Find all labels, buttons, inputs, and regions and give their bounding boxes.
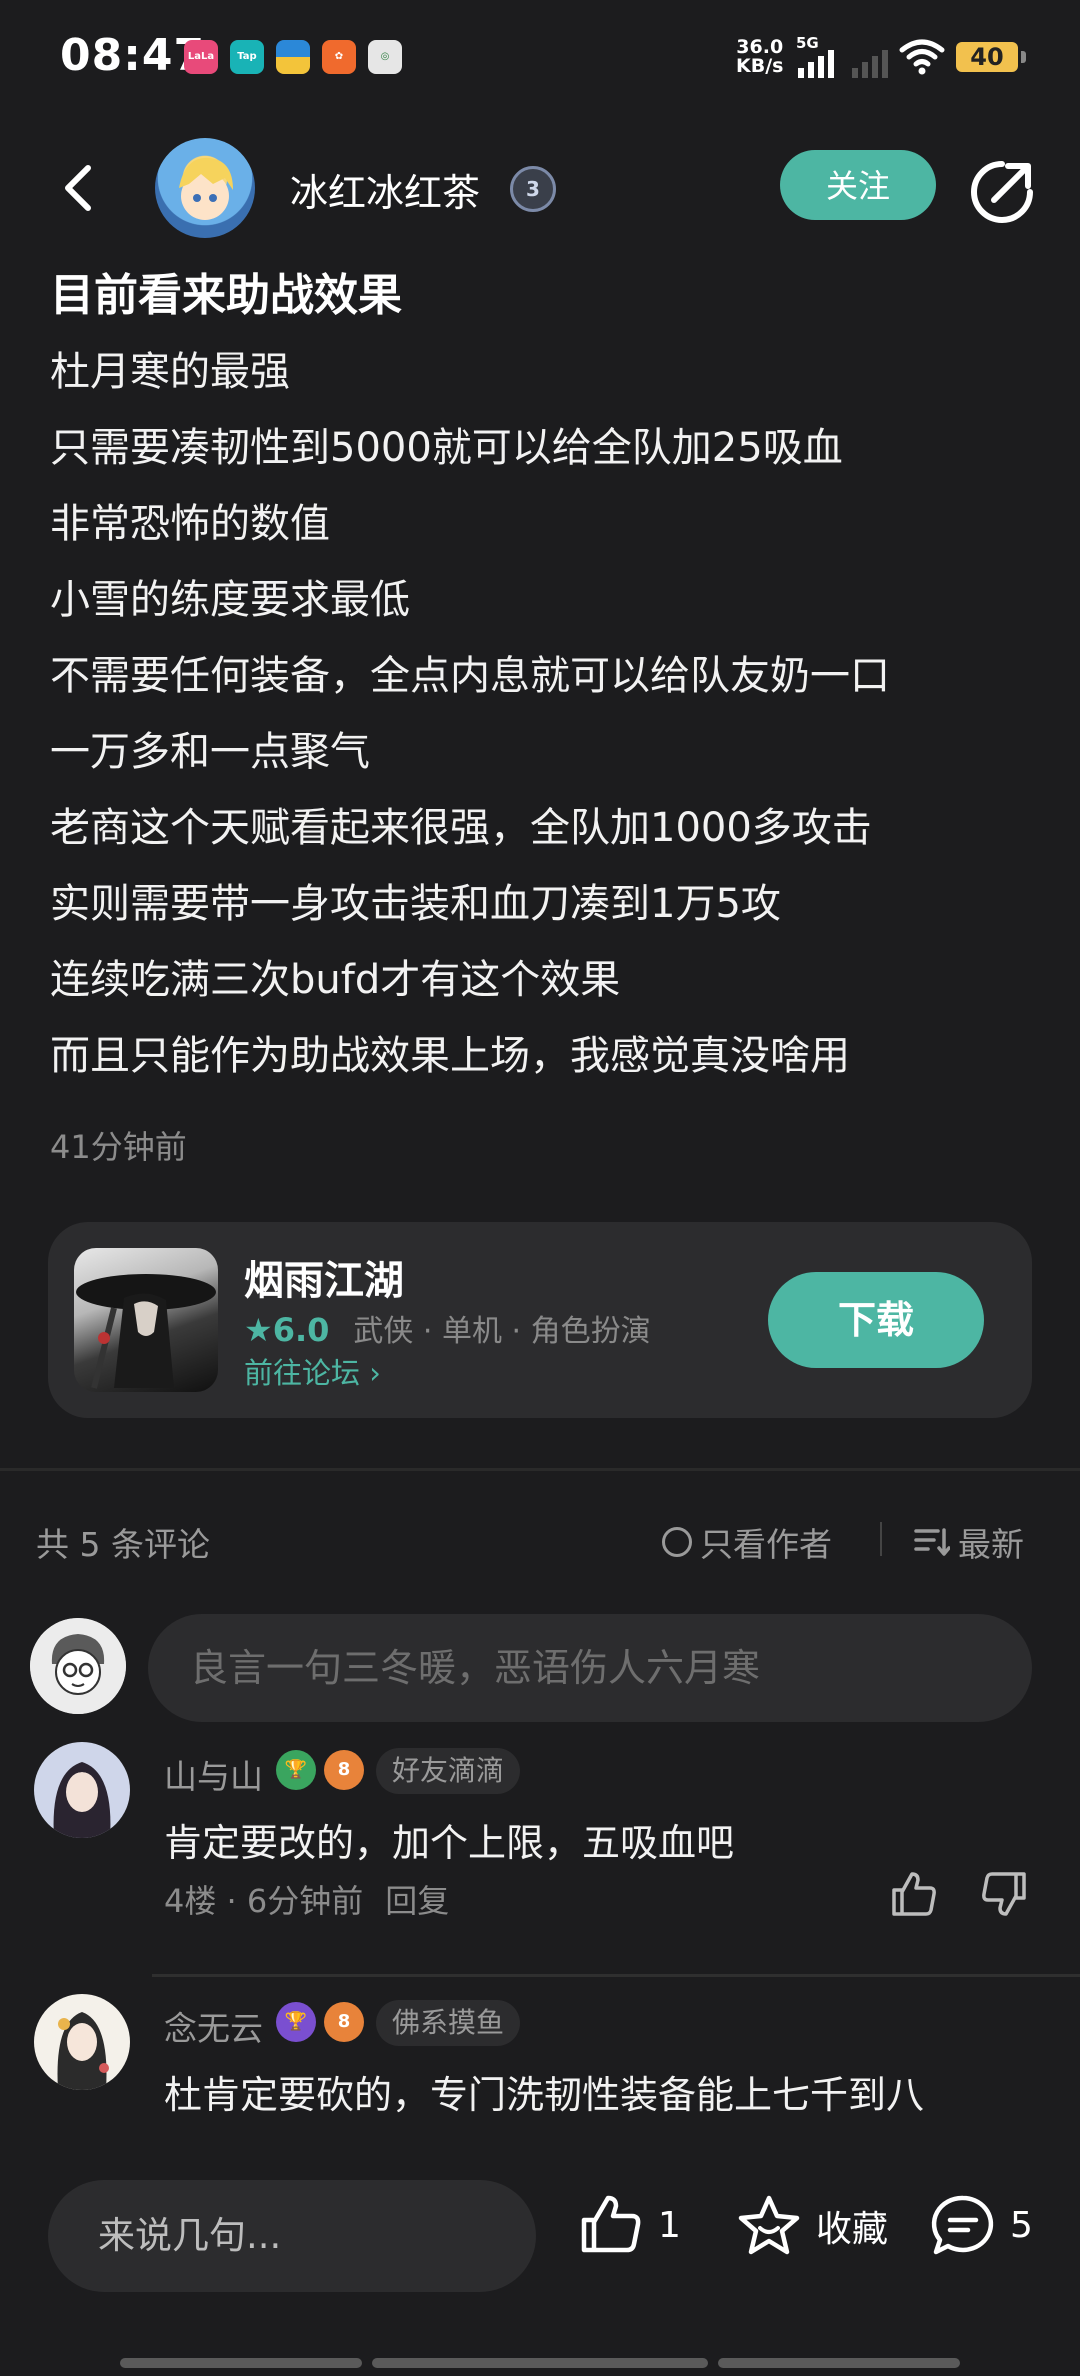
post-header: 冰红冰红茶 3 关注 (0, 130, 1080, 250)
app-notification-icon: ✿ (322, 40, 356, 74)
comment-meta: 4楼 · 6分钟前 回复 (164, 1876, 449, 1922)
game-icon-art (76, 1274, 216, 1389)
level-badge: 8 (324, 2002, 364, 2042)
commenter-avatar[interactable] (34, 1742, 130, 1838)
thumbs-up-icon[interactable] (888, 1868, 940, 1920)
app-notification-icon: LaLa (184, 40, 218, 74)
follow-button[interactable]: 关注 (780, 150, 936, 220)
author-only-label: 只看作者 (700, 1525, 832, 1564)
favorite-label: 收藏 (816, 2209, 889, 2250)
app-notification-icon: Tap (230, 40, 264, 74)
user-tag: 佛系摸鱼 (376, 2000, 521, 2046)
battery-indicator: 40 (956, 42, 1026, 72)
game-icon[interactable] (74, 1248, 218, 1392)
signal-icon (798, 38, 834, 78)
chevron-right-icon: › (369, 1356, 381, 1390)
game-meta: ★6.0 武侠 · 单机 · 角色扮演 (244, 1306, 651, 1350)
author-avatar[interactable] (155, 138, 255, 238)
game-card[interactable]: 烟雨江湖 ★6.0 武侠 · 单机 · 角色扮演 前往论坛 › 下载 (48, 1222, 1032, 1418)
post-line: 而且只能作为助战效果上场，我感觉真没啥用 (50, 1033, 850, 1079)
post-line: 非常恐怖的数值 (50, 501, 330, 547)
sort-label: 最新 (958, 1525, 1024, 1564)
status-bar: 08:47 LaLa Tap ✿ ◎ 36.0 KB/s 5G 40 (0, 0, 1080, 118)
bottom-action-bar: 来说几句... 1 收藏 5 (0, 2144, 1080, 2376)
commenter-name[interactable]: 念无云 (164, 2002, 263, 2050)
post-line: 杜月寒的最强 (50, 349, 290, 395)
forum-link-label: 前往论坛 (244, 1356, 361, 1390)
current-user-avatar (30, 1618, 126, 1714)
network-speed-unit: KB/s (736, 55, 784, 77)
share-icon[interactable] (966, 156, 1038, 228)
post-line: 不需要任何装备，全点内息就可以给队友奶一口 (50, 653, 890, 699)
star-icon: ★ (244, 1311, 273, 1349)
trophy-badge-icon: 🏆 (276, 1750, 316, 1790)
signal-icon-secondary (852, 38, 888, 78)
section-divider (0, 1468, 1080, 1471)
notification-icons: LaLa Tap ✿ ◎ (184, 40, 402, 74)
sort-toggle[interactable]: 最新 (914, 1518, 1024, 1566)
comment-text: 杜肯定要砍的，专门洗韧性装备能上七千到八 (164, 2073, 925, 2117)
post-line: 小雪的练度要求最低 (50, 577, 410, 623)
game-tags: 武侠 · 单机 · 角色扮演 (353, 1314, 651, 1349)
game-rating: 6.0 (272, 1311, 330, 1349)
thumbs-up-icon (581, 2195, 641, 2253)
like-count: 1 (658, 2204, 681, 2246)
network-speed: 36.0 KB/s (736, 38, 783, 76)
level-badge: 3 (510, 166, 556, 212)
app-notification-icon: ◎ (368, 40, 402, 74)
commenter-name[interactable]: 山与山 (164, 1750, 263, 1798)
favorite-button[interactable]: 收藏 (736, 2194, 888, 2258)
comment-bubble-icon (931, 2195, 994, 2255)
post-content: 目前看来助战效果 杜月寒的最强 只需要凑韧性到5000就可以给全队加25吸血 非… (50, 258, 1040, 1094)
comment-input[interactable]: 良言一句三冬暖，恶语伤人六月寒 (148, 1614, 1032, 1722)
forum-link[interactable]: 前往论坛 › (244, 1350, 381, 1392)
comment-text: 肯定要改的，加个上限，五吸血吧 (164, 1821, 735, 1865)
filter-separator (880, 1522, 882, 1556)
post-line: 一万多和一点聚气 (50, 729, 370, 775)
reply-button[interactable]: 回复 (385, 1882, 449, 1920)
sort-icon (914, 1528, 950, 1556)
comment-divider (152, 1974, 1080, 1977)
commenter-avatar[interactable] (34, 1994, 130, 2090)
comment-count: 共 5 条评论 (36, 1525, 210, 1564)
comment-floor-time: 4楼 · 6分钟前 (164, 1882, 364, 1920)
post-line: 连续吃满三次bufd才有这个效果 (50, 957, 621, 1003)
trophy-badge-icon: 🏆 (276, 2002, 316, 2042)
avatar-illustration (179, 157, 233, 220)
radio-circle-icon (662, 1527, 692, 1557)
back-arrow-icon[interactable] (50, 158, 110, 218)
quick-comment-input[interactable]: 来说几句... (48, 2180, 536, 2292)
author-name[interactable]: 冰红冰红茶 (290, 162, 480, 217)
star-icon (738, 2195, 800, 2255)
game-name[interactable]: 烟雨江湖 (244, 1248, 404, 1306)
download-button[interactable]: 下载 (768, 1272, 984, 1368)
user-tag: 好友滴滴 (376, 1748, 521, 1794)
post-line: 实则需要带一身攻击装和血刀凑到1万5攻 (50, 881, 781, 927)
home-indicator (120, 2358, 362, 2368)
current-user-avatar-art (30, 1618, 126, 1714)
commenter-avatar-art (34, 1994, 130, 2090)
post-line: 老商这个天赋看起来很强，全队加1000多攻击 (50, 805, 872, 851)
level-badge: 8 (324, 1750, 364, 1790)
post-timestamp: 41分钟前 (50, 1128, 187, 1166)
home-indicator (372, 2358, 708, 2368)
post-line: 只需要凑韧性到5000就可以给全队加25吸血 (50, 425, 843, 471)
author-only-toggle[interactable]: 只看作者 (662, 1518, 832, 1566)
comments-button[interactable]: 5 (930, 2194, 1033, 2256)
commenter-avatar-art (34, 1742, 130, 1838)
comment-count-badge: 5 (1010, 2204, 1033, 2246)
like-button[interactable]: 1 (578, 2194, 681, 2256)
home-indicator (718, 2358, 960, 2368)
app-notification-icon (276, 40, 310, 74)
wifi-icon (899, 39, 945, 75)
post-title: 目前看来助战效果 (50, 270, 402, 321)
thumbs-down-icon[interactable] (978, 1868, 1030, 1920)
